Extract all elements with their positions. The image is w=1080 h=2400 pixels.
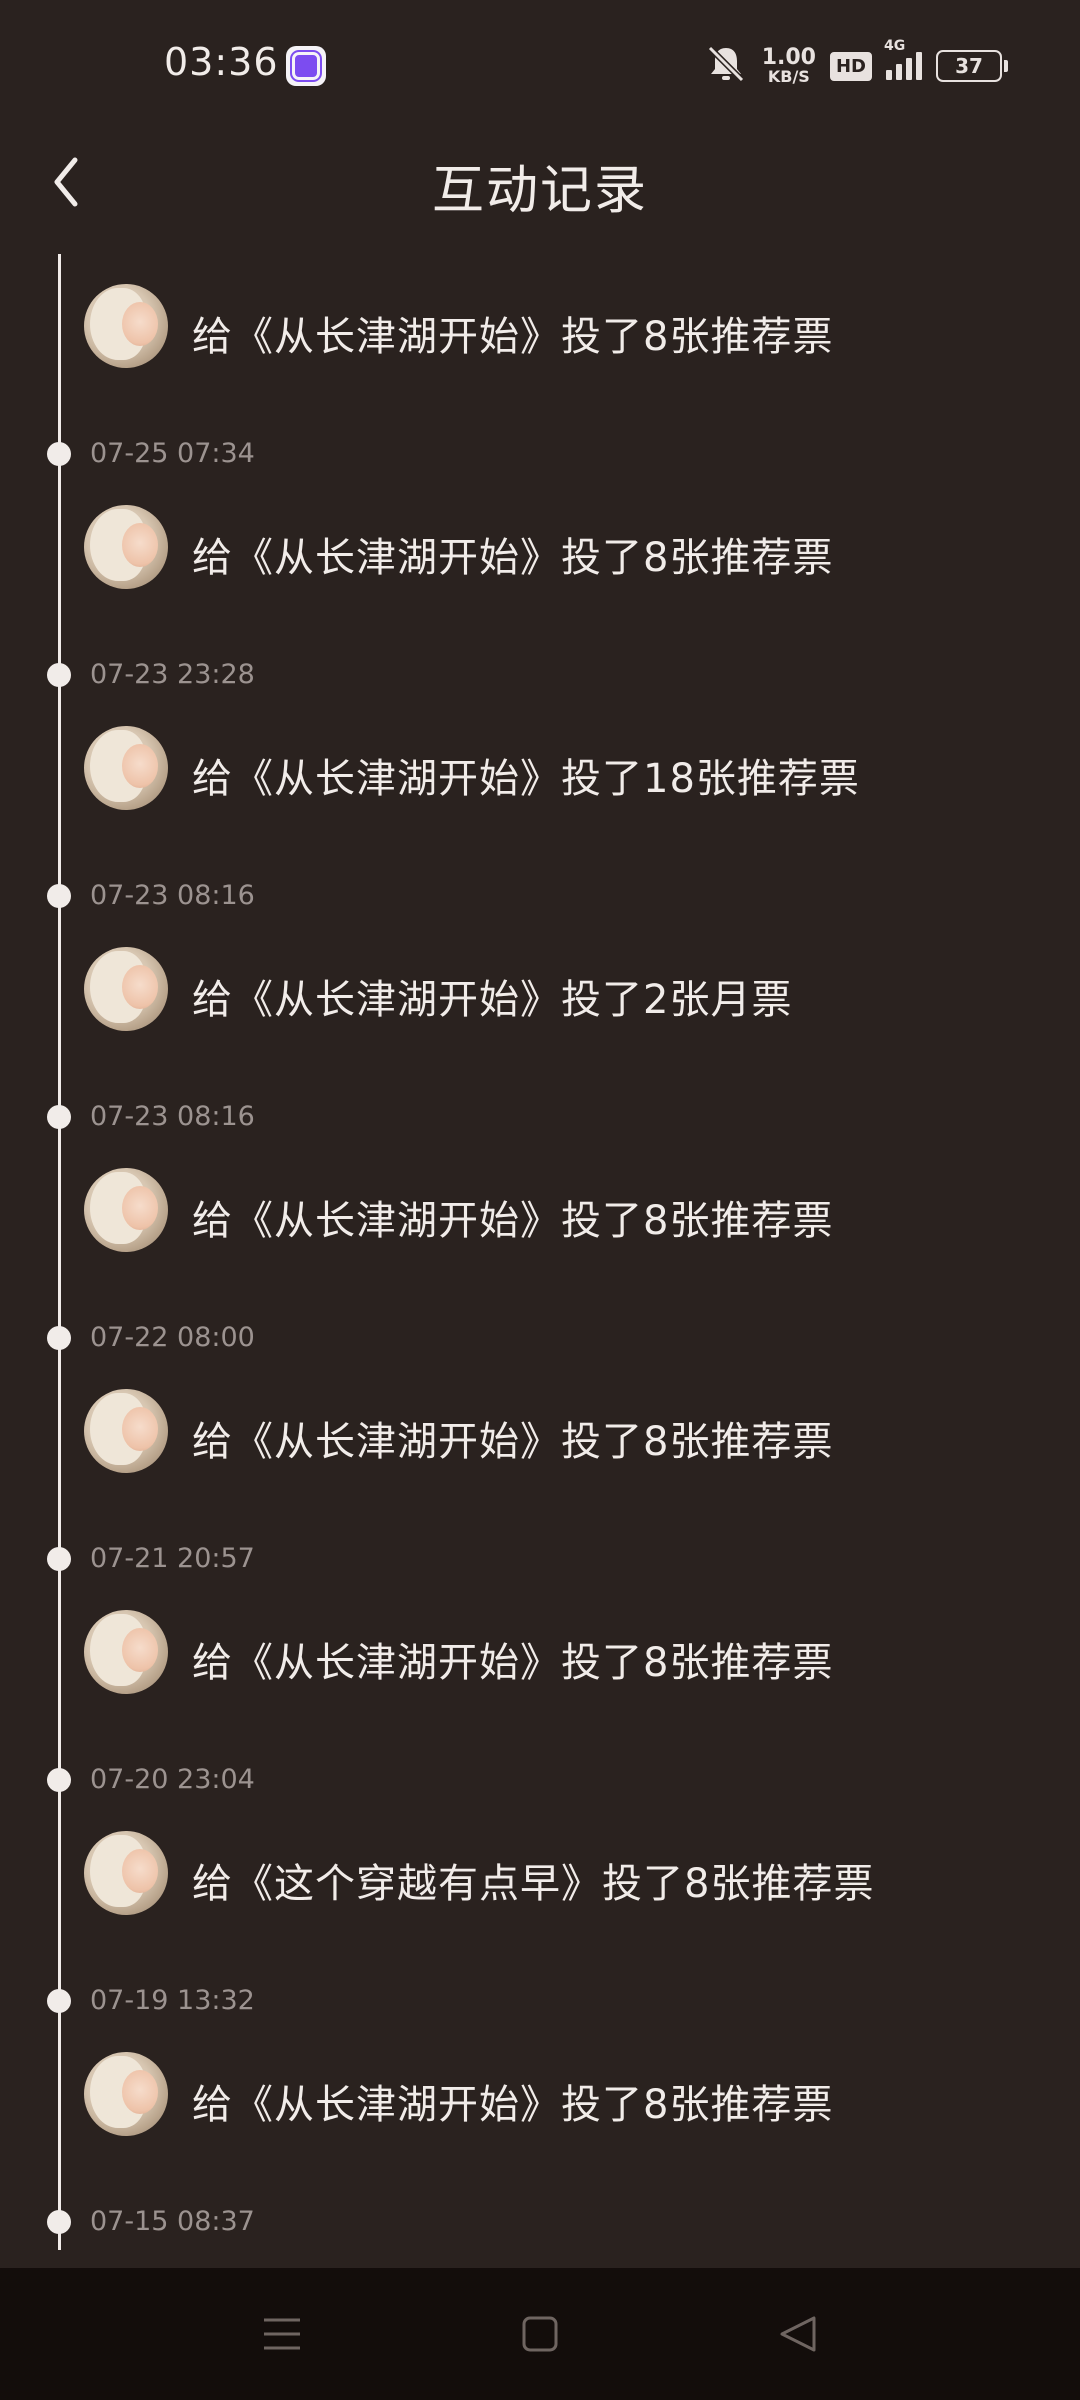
timeline-dot — [47, 1326, 71, 1350]
list-item[interactable]: 给《从长津湖开始》投了2张月票 07-23 08:16 — [0, 917, 1080, 1138]
entry-date: 07-22 08:00 — [90, 1322, 255, 1353]
timeline-dot — [47, 663, 71, 687]
entry-date: 07-15 08:37 — [90, 2206, 255, 2237]
entry-text: 给《从长津湖开始》投了18张推荐票 — [192, 756, 860, 802]
menu-button[interactable] — [252, 2304, 312, 2364]
hd-badge: HD — [829, 51, 872, 81]
avatar — [84, 1389, 168, 1473]
header: 互动记录 — [0, 130, 1080, 234]
back-triangle-icon — [780, 2316, 816, 2352]
avatar — [84, 1610, 168, 1694]
entry-text: 给《从长津湖开始》投了8张推荐票 — [192, 535, 834, 581]
entry-text: 给《从长津湖开始》投了8张推荐票 — [192, 2082, 834, 2128]
entry-date: 07-19 13:32 — [90, 1985, 255, 2016]
list-item[interactable]: 给《这个穿越有点早》投了8张推荐票 07-19 13:32 — [0, 1801, 1080, 2022]
entry-date: 07-25 07:34 — [90, 438, 255, 469]
list-item[interactable]: 给《从长津湖开始》投了8张推荐票 07-22 08:00 — [0, 1138, 1080, 1359]
entry-text: 给《从长津湖开始》投了8张推荐票 — [192, 1640, 834, 1686]
timeline-dot — [47, 1768, 71, 1792]
menu-icon — [264, 2318, 300, 2350]
battery-level: 37 — [955, 54, 983, 78]
avatar — [84, 1831, 168, 1915]
battery-icon: 37 — [936, 50, 1008, 82]
network-label: 4G — [884, 38, 906, 54]
avatar — [84, 2052, 168, 2136]
home-button[interactable] — [510, 2304, 570, 2364]
net-speed-unit: KB/S — [767, 67, 810, 86]
system-nav-bar — [0, 2268, 1080, 2400]
avatar — [84, 284, 168, 368]
avatar — [84, 726, 168, 810]
list-item[interactable]: 给《从长津湖开始》投了8张推荐票 07-23 23:28 — [0, 475, 1080, 696]
entry-text: 给《从长津湖开始》投了2张月票 — [192, 977, 793, 1023]
back-nav-button[interactable] — [768, 2304, 828, 2364]
net-speed-value: 1.00 — [761, 45, 816, 70]
app-badge-icon — [286, 46, 326, 86]
entry-date: 07-23 08:16 — [90, 880, 255, 911]
interaction-timeline: 给《从长津湖开始》投了8张推荐票 07-25 07:34 给《从长津湖开始》投了… — [0, 254, 1080, 2250]
avatar — [84, 1168, 168, 1252]
list-item[interactable]: 给《从长津湖开始》投了8张推荐票 07-21 20:57 — [0, 1359, 1080, 1580]
entry-text: 给《从长津湖开始》投了8张推荐票 — [192, 1419, 834, 1465]
mute-bell-icon — [704, 44, 748, 88]
timeline-dot — [47, 1989, 71, 2013]
list-item[interactable]: 给《从长津湖开始》投了8张推荐票 07-25 07:34 — [0, 254, 1080, 475]
entry-date: 07-23 23:28 — [90, 659, 255, 690]
home-icon — [522, 2316, 558, 2352]
page-title: 互动记录 — [431, 161, 648, 221]
timeline-dot — [47, 884, 71, 908]
entry-date: 07-21 20:57 — [90, 1543, 255, 1574]
entry-text: 给《从长津湖开始》投了8张推荐票 — [192, 1198, 834, 1244]
status-time: 03:36 — [164, 40, 279, 84]
avatar — [84, 505, 168, 589]
timeline-dot — [47, 442, 71, 466]
entry-date: 07-20 23:04 — [90, 1764, 255, 1795]
status-icons: 1.00 KB/S HD 4G 37 — [704, 38, 1008, 88]
timeline-dot — [47, 1105, 71, 1129]
timeline-dot — [47, 1547, 71, 1571]
net-speed: 1.00 KB/S — [762, 47, 816, 85]
entry-text: 给《这个穿越有点早》投了8张推荐票 — [192, 1861, 875, 1907]
list-item[interactable]: 给《从长津湖开始》投了18张推荐票 07-23 08:16 — [0, 696, 1080, 917]
signal-icon: 4G — [884, 38, 922, 80]
status-bar: 03:36 1.00 KB/S HD 4G 37 — [0, 0, 1080, 130]
list-item[interactable]: 给《从长津湖开始》投了8张推荐票 07-20 23:04 — [0, 1580, 1080, 1801]
list-item[interactable]: 给《从长津湖开始》投了8张推荐票 07-15 08:37 — [0, 2022, 1080, 2243]
timeline-dot — [47, 2210, 71, 2234]
entry-date: 07-23 08:16 — [90, 1101, 255, 1132]
avatar — [84, 947, 168, 1031]
entry-text: 给《从长津湖开始》投了8张推荐票 — [192, 314, 834, 360]
